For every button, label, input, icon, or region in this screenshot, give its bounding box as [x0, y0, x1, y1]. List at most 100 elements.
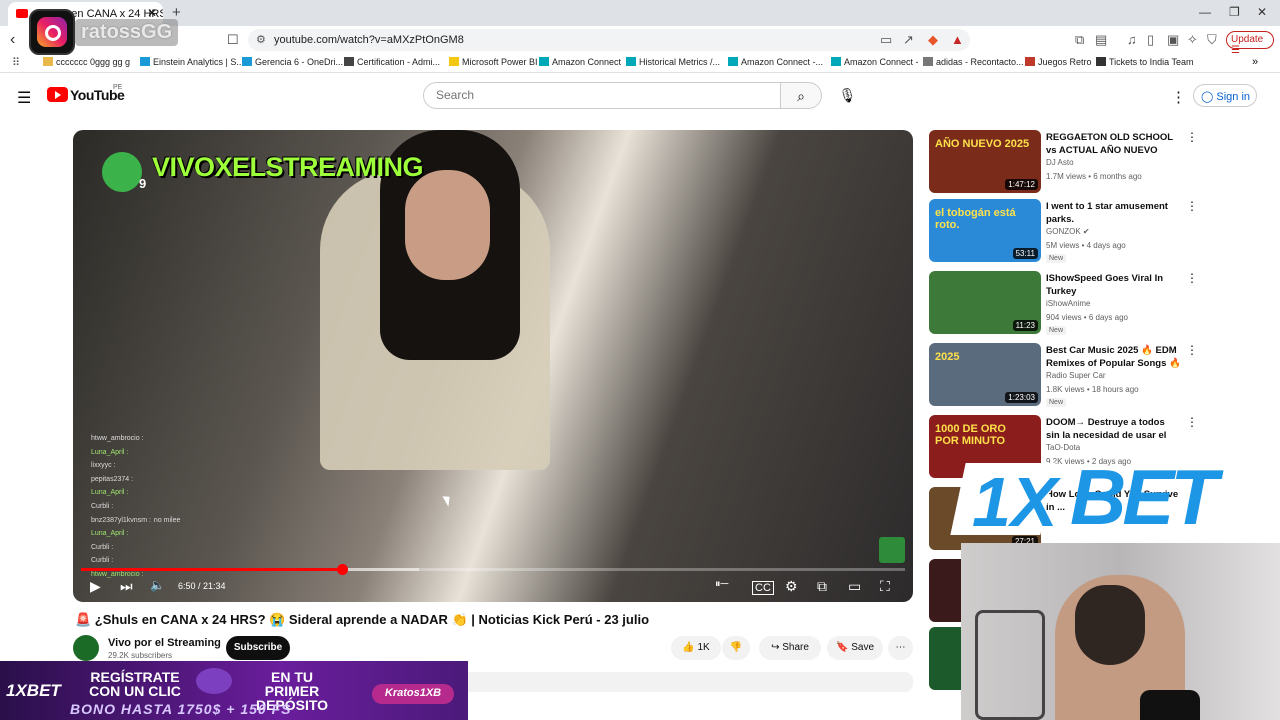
apps-grid-icon[interactable]: ⠿ [12, 56, 20, 69]
url-text[interactable]: youtube.com/watch?v=aMXzPtOnGM8 [274, 34, 464, 46]
bookmark-item[interactable]: Amazon Connect -... [728, 57, 823, 67]
more-options-icon[interactable]: ⋮ [1186, 343, 1198, 357]
captions-icon[interactable]: CC [752, 581, 774, 595]
youtube-logo-icon[interactable] [47, 87, 68, 102]
bookmark-item[interactable]: adidas - Recontacto... [923, 57, 1024, 67]
bookmark-item[interactable]: ccccccc 0ggg gg g [43, 57, 130, 67]
casino-chip-icon [196, 668, 232, 694]
subscribe-button[interactable]: Subscribe [226, 636, 290, 660]
bookmark-favicon-icon [140, 57, 150, 66]
recommended-video[interactable]: el tobogán está roto. 53:11 I went to 1 st… [929, 199, 1198, 265]
ai-icon[interactable]: ✧ [1187, 32, 1198, 48]
more-options-icon[interactable]: ⋮ [1186, 271, 1198, 285]
video-thumbnail[interactable]: AÑO NUEVO 2025 1:47:12 [929, 130, 1041, 193]
video-thumbnail[interactable] [929, 559, 961, 622]
vpn-icon[interactable]: ⛉ [1207, 32, 1217, 48]
bookmark-item[interactable]: Microsoft Power BI [449, 57, 538, 67]
wallet-icon[interactable]: ▣ [1167, 32, 1179, 48]
brave-shield-icon[interactable]: ◆ [928, 32, 938, 48]
recommended-video[interactable]: AÑO NUEVO 2025 1:47:12 REGGAETON OLD SCHOO… [929, 130, 1198, 196]
video-title[interactable]: IShowSpeed Goes Viral In Turkey [1046, 272, 1181, 298]
more-actions-button[interactable]: ⋯ [888, 636, 913, 660]
video-thumbnail[interactable]: 2025 1:23:03 [929, 343, 1041, 406]
sidebar-toggle-icon[interactable]: ▤ [1095, 32, 1107, 48]
autoplay-toggle-icon[interactable]: ⏸─ [715, 578, 728, 591]
bookmark-item[interactable]: Amazon Connect - [831, 57, 919, 67]
site-info-icon[interactable]: ⚙ [256, 33, 266, 46]
bookmark-favicon-icon [1025, 57, 1035, 66]
new-badge: New [1046, 326, 1067, 335]
volume-icon[interactable]: 🔈 [150, 578, 165, 592]
video-duration: 1:47:12 [1005, 179, 1038, 190]
more-options-icon[interactable]: ⋮ [1186, 130, 1198, 144]
video-thumbnail[interactable] [929, 627, 961, 690]
video-thumbnail[interactable]: 11:23 [929, 271, 1041, 334]
recommended-video[interactable]: 11:23 IShowSpeed Goes Viral In Turkey iSho… [929, 271, 1198, 337]
microphone-icon[interactable]: 🎙 [834, 82, 861, 109]
more-options-icon[interactable]: ⋮ [1186, 415, 1198, 429]
dislike-button[interactable]: 👎 [722, 636, 750, 660]
back-icon[interactable]: ‹ [10, 31, 15, 49]
share-button[interactable]: ↪ Share [759, 636, 821, 660]
video-title[interactable]: Best Car Music 2025 🔥 EDM Remixes of Pop… [1046, 344, 1181, 370]
tab-close-icon[interactable]: ✕ [147, 6, 157, 20]
cast-icon[interactable]: ▭ [880, 32, 892, 48]
channel-name[interactable]: iShowAnime [1046, 299, 1090, 308]
channel-name[interactable]: DJ Asto [1046, 158, 1074, 167]
channel-name[interactable]: Vivo por el Streaming [108, 637, 221, 649]
search-icon[interactable]: ⌕ [781, 82, 822, 109]
corner-watermark-icon [879, 537, 905, 563]
more-options-icon[interactable]: ⋮ [1171, 88, 1186, 106]
miniplayer-icon[interactable]: ⧉ [817, 578, 827, 595]
search-input[interactable] [436, 87, 766, 103]
video-title[interactable]: REGGAETON OLD SCHOOL vs ACTUAL AÑO NUEVO… [1046, 131, 1181, 157]
video-meta: 1.8K views • 18 hours ago [1046, 385, 1139, 394]
bookmark-item[interactable]: Certification - Admi... [344, 57, 440, 67]
bookmark-item[interactable]: Amazon Connect [539, 57, 621, 67]
rewards-icon[interactable]: ▲ [951, 32, 964, 47]
extensions-icon[interactable]: ⧉ [1075, 32, 1084, 48]
settings-gear-icon[interactable]: ⚙ [785, 578, 798, 595]
media-icon[interactable]: ♫ [1127, 32, 1137, 47]
reading-list-icon[interactable]: ▯ [1147, 32, 1154, 48]
channel-name[interactable]: Radio Super Car [1046, 371, 1106, 380]
bookmark-icon[interactable]: ☐ [227, 32, 239, 48]
video-title[interactable]: I went to 1 star amusement parks. [1046, 200, 1181, 226]
next-icon[interactable]: ⏭ [120, 578, 133, 595]
fullscreen-icon[interactable]: ⛶ [880, 578, 890, 595]
recommended-video[interactable]: 2025 1:23:03 Best Car Music 2025 🔥 EDM Rem… [929, 343, 1198, 409]
bookmark-item[interactable]: Historical Metrics /... [626, 57, 720, 67]
video-thumbnail[interactable]: el tobogán está roto. 53:11 [929, 199, 1041, 262]
chat-user: pepitas2374 : [91, 475, 134, 483]
minimize-icon[interactable]: — [1199, 5, 1211, 19]
chat-user: Curbli : [91, 543, 114, 551]
ad-headline-1: REGÍSTRATE CON UN CLIC [89, 669, 181, 699]
more-bookmarks-icon[interactable]: » [1252, 56, 1258, 68]
channel-name[interactable]: TaO-Dota [1046, 443, 1080, 452]
save-button[interactable]: 🔖 Save [827, 636, 883, 660]
channel-name[interactable]: GONZOK ✔ [1046, 227, 1090, 236]
video-frame-face [405, 170, 490, 280]
share-page-icon[interactable]: ↗ [903, 32, 914, 48]
close-window-icon[interactable]: ✕ [1257, 5, 1267, 19]
channel-overlay-text: VIVOXELSTREAMING [152, 152, 424, 182]
progress-played [81, 568, 343, 571]
more-options-icon[interactable]: ⋮ [1186, 199, 1198, 213]
bookmark-item[interactable]: Juegos Retro [1025, 57, 1092, 67]
video-title[interactable]: DOOM→ Destruye a todos sin la necesidad … [1046, 416, 1181, 442]
bookmark-item[interactable]: Tickets to India Team [1096, 57, 1194, 67]
sign-in-button[interactable]: ◯ Sign in [1193, 84, 1257, 107]
theater-mode-icon[interactable]: ▭ [848, 578, 861, 595]
stream-chat: htww_ambrocio : Luna_April : lixxyyc : pepi… [91, 432, 180, 582]
chat-message: Curbli : [91, 554, 180, 568]
chat-user: htww_ambrocio : [91, 570, 144, 578]
restore-icon[interactable]: ❐ [1229, 5, 1240, 19]
bookmark-item[interactable]: Einstein Analytics | S... [140, 57, 244, 67]
bookmark-item[interactable]: Gerencia 6 - OneDri... [242, 57, 343, 67]
update-button[interactable]: Update ☰ [1226, 31, 1274, 56]
like-button[interactable]: 👍 1K [671, 636, 721, 660]
play-icon[interactable]: ▶ [90, 578, 101, 595]
overlay-number: 9 [139, 176, 147, 191]
hamburger-menu-icon[interactable]: ☰ [17, 88, 31, 108]
channel-avatar[interactable] [73, 635, 99, 661]
